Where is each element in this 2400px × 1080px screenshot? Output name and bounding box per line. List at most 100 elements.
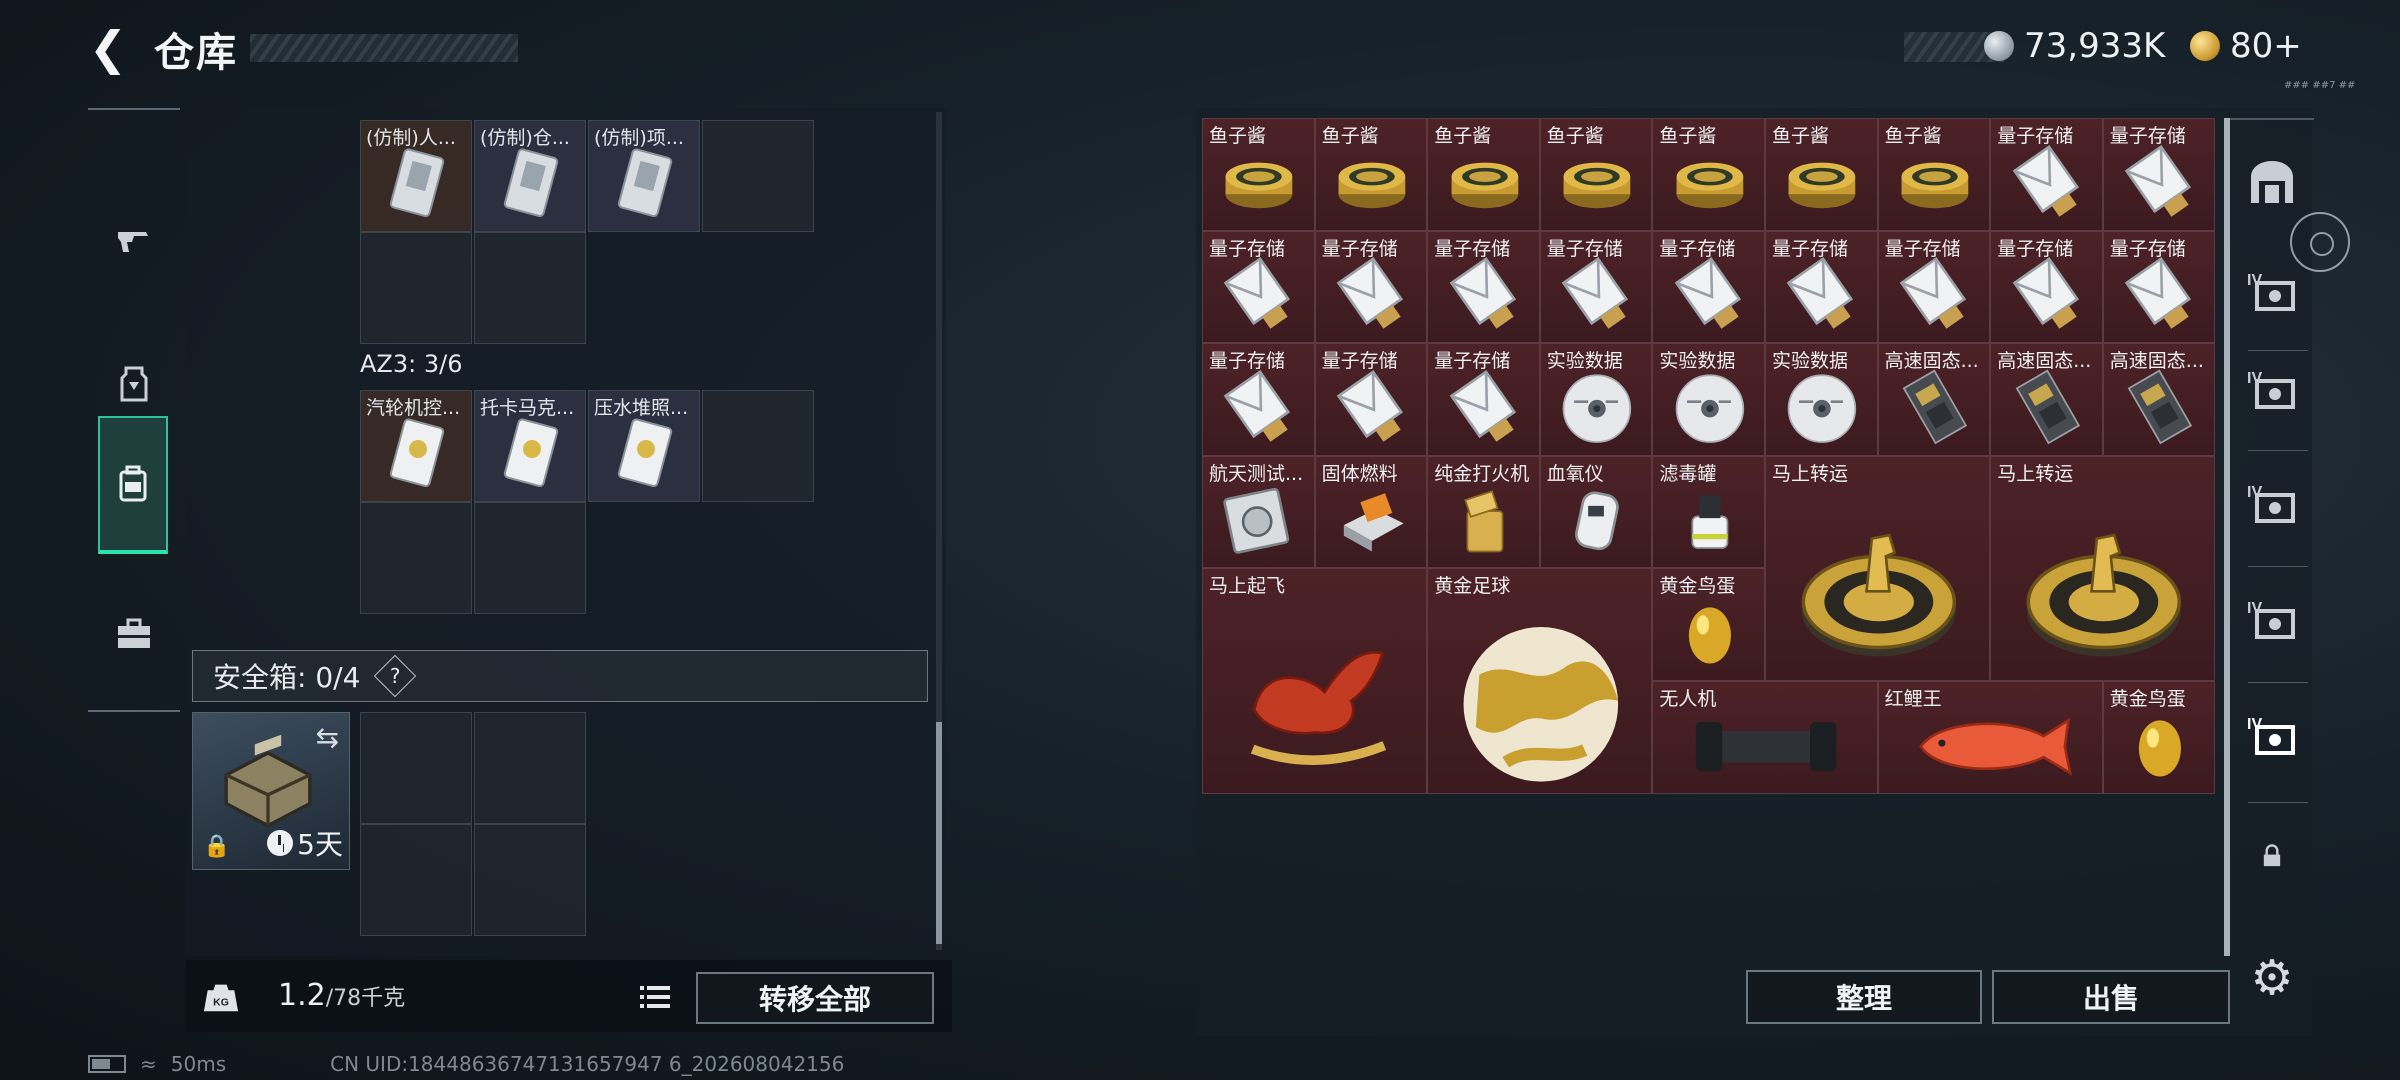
stash-item-ssd[interactable]: 高速固态... [1990,343,2103,456]
item-label: 鱼子酱 [1321,125,1379,147]
warehouse-tab-iv-1[interactable]: IV [2240,260,2304,324]
stash-item-usb[interactable]: 量子存储 [1877,230,1991,344]
safe-slot[interactable] [360,824,472,936]
caviar-icon [1441,138,1529,226]
empty-slot[interactable] [702,390,814,502]
stash-item-fuel[interactable]: 固体燃料 [1314,455,1428,569]
gold-amount: 80+ [2230,26,2302,66]
stash-item-gold-egg[interactable]: 黄金鸟蛋 [1652,568,1765,681]
stash-item-caviar[interactable]: 鱼子酱 [1427,118,1540,231]
stash-item-usb[interactable]: 量子存储 [1427,230,1540,344]
stash-item-usb[interactable]: 量子存储 [1990,230,2103,344]
empty-slot[interactable] [360,502,472,614]
ssd-icon [1891,363,1979,451]
stash-item-gold-ball[interactable]: 黄金足球 [1427,568,1653,794]
backpack-icon [119,465,147,502]
stash-item-disc[interactable]: 实验数据 [1652,343,1765,456]
stash-item-usb[interactable]: 量子存储 [2102,230,2216,344]
stash-item-caviar[interactable]: 鱼子酱 [1765,118,1878,231]
stash-item-disc[interactable]: 实验数据 [1539,343,1653,456]
stash-item-caviar[interactable]: 鱼子酱 [1314,118,1428,231]
swap-icon[interactable]: ⇆ [316,721,339,754]
safe-slot[interactable] [474,824,586,936]
gold-egg-icon [2116,701,2204,789]
warehouse-tab-iv-4[interactable]: IV [2240,588,2304,652]
list-view-button[interactable] [632,976,678,1018]
stash-item-caviar[interactable]: 鱼子酱 [1539,118,1653,231]
nav-weapon[interactable] [98,180,170,300]
nav-backpack[interactable] [98,416,168,554]
stash-item-usb[interactable]: 量子存储 [1427,343,1540,456]
item-label: 高速固态... [2109,350,2204,373]
sort-button[interactable]: 整理 [1746,970,1982,1024]
stash-item-gold-egg[interactable]: 黄金鸟蛋 [2102,681,2216,794]
stash-item-usb[interactable]: 量子存储 [1990,118,2103,231]
stash-item-ssd[interactable]: 高速固态... [2102,343,2216,456]
item-slot[interactable]: (仿制)项... [588,120,700,232]
stash-item-carp[interactable]: 红鲤王 [1877,681,2103,794]
stash-item-horse-coin[interactable]: 马上转运 [1765,455,1991,681]
stash-item-caviar[interactable]: 鱼子酱 [1652,118,1765,231]
stash-item-disc[interactable]: 实验数据 [1765,343,1878,456]
nav-toolbox[interactable] [98,574,170,694]
stash-item-usb[interactable]: 量子存储 [1314,230,1428,344]
stash-item-usb[interactable]: 量子存储 [1539,230,1653,344]
silver-currency[interactable]: 73,933K [1984,24,2165,68]
item-label: 鱼子酱 [1546,125,1604,147]
item-label: 量子存储 [1321,237,1398,260]
item-label: 马上转运 [1997,462,2074,485]
empty-slot[interactable] [702,120,814,232]
empty-slot[interactable] [360,232,472,344]
stash-item-device[interactable]: 航天测试... [1202,455,1315,569]
stash-item-grid: 鱼子酱 鱼子酱 鱼子酱 鱼子酱 鱼子酱 鱼子酱 鱼子酱 量子存储 量子存储 量子存储 量子存储 量子存… [1202,118,2218,794]
warehouse-tab-locked[interactable] [2240,824,2304,888]
item-label: 血氧仪 [1546,462,1604,485]
left-scrollbar-thumb[interactable] [936,722,942,944]
empty-slot[interactable] [474,232,586,344]
uid-text: CN UID:18448636747131657947 6_2026080421… [330,1052,845,1076]
warehouse-tab-iv-2[interactable]: IV [2240,358,2304,422]
settings-gear-icon[interactable]: ⚙ [2246,950,2298,1006]
item-label: 量子存储 [1884,237,1961,260]
stash-item-red-horse[interactable]: 马上起飞 [1202,568,1428,794]
stash-item-drone[interactable]: 无人机 [1652,681,1878,794]
item-label: 实验数据 [1659,350,1736,373]
stash-item-usb[interactable]: 量子存储 [1652,230,1765,344]
gold-egg-icon [1666,588,1754,676]
stash-item-usb[interactable]: 量子存储 [2102,118,2216,231]
caviar-icon [1215,138,1303,226]
safe-slot[interactable] [360,712,472,824]
item-slot[interactable]: (仿制)仓... [474,120,586,232]
back-button[interactable]: ❮ [86,21,130,75]
stash-item-oximeter[interactable]: 血氧仪 [1539,455,1653,569]
stash-item-ssd[interactable]: 高速固态... [1877,343,1991,456]
stash-item-usb[interactable]: 量子存储 [1314,343,1428,456]
stash-item-filter[interactable]: 滤毒罐 [1652,455,1765,569]
item-slot[interactable]: 汽轮机控... [360,390,472,502]
disc-icon [1666,363,1754,451]
gold-currency[interactable]: 80+ [2190,24,2302,68]
item-slot[interactable]: (仿制)人... [360,120,472,232]
silver-amount: 73,933K [2024,26,2166,66]
safe-case-item[interactable]: ⇆ 🔒 5天 [192,712,350,870]
item-label: 量子存储 [1997,237,2074,260]
sell-button[interactable]: 出售 [1992,970,2230,1024]
stash-item-lighter[interactable]: 纯金打火机 [1427,455,1540,569]
item-slot[interactable]: 托卡马克... [474,390,586,502]
stash-item-caviar[interactable]: 鱼子酱 [1877,118,1991,231]
storage-box-icon: IV [2247,716,2295,755]
stash-item-caviar[interactable]: 鱼子酱 [1202,118,1315,231]
stash-item-horse-coin[interactable]: 马上转运 [1990,455,2216,681]
stash-item-usb[interactable]: 量子存储 [1765,230,1878,344]
disc-icon [1778,363,1866,451]
warehouse-tab-main[interactable] [2240,150,2304,214]
stash-item-usb[interactable]: 量子存储 [1202,343,1315,456]
transfer-all-button[interactable]: 转移全部 [696,972,934,1024]
item-slot[interactable]: 压水堆照... [588,390,700,502]
warehouse-tab-iv-3[interactable]: IV [2240,472,2304,536]
warehouse-tab-iv-5-active[interactable]: IV [2240,704,2304,768]
stash-item-usb[interactable]: 量子存储 [1202,230,1315,344]
help-button[interactable]: ? [374,654,417,698]
empty-slot[interactable] [474,502,586,614]
safe-slot[interactable] [474,712,586,824]
